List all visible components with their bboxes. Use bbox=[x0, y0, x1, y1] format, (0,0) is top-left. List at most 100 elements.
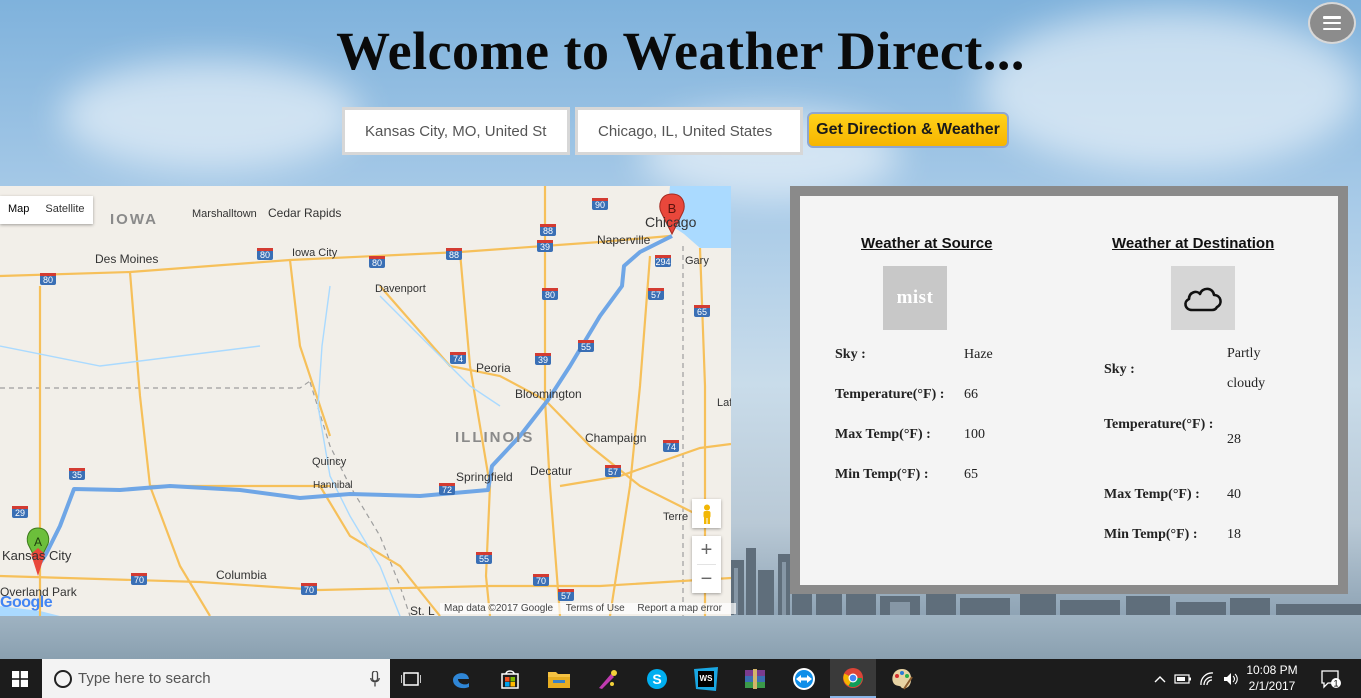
mist-icon: mist bbox=[883, 266, 947, 330]
highway-shield: 55 bbox=[578, 340, 594, 352]
svg-text:294: 294 bbox=[655, 257, 670, 267]
destination-sky-label: Sky : bbox=[1104, 362, 1135, 377]
report-map-error-link[interactable]: Report a map error bbox=[637, 603, 721, 614]
svg-text:39: 39 bbox=[540, 242, 550, 252]
highway-shield: 294 bbox=[655, 255, 671, 267]
task-view-icon[interactable] bbox=[388, 659, 434, 698]
webstorm-icon[interactable]: WS bbox=[683, 659, 729, 698]
highway-shield: 29 bbox=[12, 506, 28, 518]
edge-icon[interactable] bbox=[438, 659, 484, 698]
chrome-icon[interactable] bbox=[830, 659, 876, 698]
map-canvas: A B 8080808890883929480 576574 39557435725… bbox=[0, 186, 731, 616]
destination-max-value: 40 bbox=[1227, 487, 1241, 502]
taskbar-clock[interactable]: 10:08 PM 2/1/2017 bbox=[1242, 662, 1302, 694]
destination-temp-label: Temperature(°F) : bbox=[1104, 417, 1214, 432]
source-min-label: Min Temp(°F) : bbox=[835, 467, 929, 482]
winrar-icon[interactable] bbox=[732, 659, 778, 698]
cortana-icon bbox=[54, 669, 72, 688]
street-view-pegman[interactable] bbox=[692, 499, 721, 528]
volume-icon[interactable] bbox=[1220, 659, 1242, 698]
svg-text:35: 35 bbox=[72, 470, 82, 480]
svg-text:88: 88 bbox=[449, 250, 459, 260]
svg-text:57: 57 bbox=[608, 467, 618, 477]
svg-text:57: 57 bbox=[561, 591, 571, 601]
map-attribution: Map data ©2017 Google Terms of Use Repor… bbox=[440, 603, 736, 614]
svg-text:80: 80 bbox=[260, 250, 270, 260]
marker-a-label: A bbox=[34, 535, 42, 549]
map-place-label: Laf bbox=[717, 397, 731, 409]
route-map[interactable]: A B 80 80 80 88 90 88 39 294 80 57 65 74 39 55 74 35 72 5… bbox=[0, 186, 731, 616]
show-hidden-icons-chevron-up-icon[interactable] bbox=[1150, 659, 1170, 698]
highway-shield: 65 bbox=[694, 305, 710, 317]
highway-shield: 57 bbox=[648, 288, 664, 300]
svg-text:70: 70 bbox=[304, 585, 314, 595]
windows-icon bbox=[12, 670, 28, 687]
wifi-icon[interactable] bbox=[1196, 659, 1218, 698]
map-place-label: Cedar Rapids bbox=[268, 206, 341, 220]
map-place-label: Chicago bbox=[645, 214, 697, 230]
water-background bbox=[0, 615, 1361, 659]
battery-icon[interactable] bbox=[1172, 659, 1194, 698]
windows-taskbar: Type here to search S WS 10:08 PM 2/1/20… bbox=[0, 659, 1361, 698]
map-place-label: Kansas City bbox=[2, 548, 72, 563]
map-place-label: St. L bbox=[410, 604, 435, 616]
mist-icon-text: mist bbox=[896, 287, 934, 308]
svg-text:70: 70 bbox=[536, 576, 546, 586]
paint-icon[interactable] bbox=[585, 659, 631, 698]
map-place-label: Marshalltown bbox=[192, 208, 257, 220]
svg-text:80: 80 bbox=[43, 275, 53, 285]
taskbar-search-placeholder: Type here to search bbox=[78, 670, 211, 687]
source-temp-value: 66 bbox=[964, 387, 978, 402]
svg-text:74: 74 bbox=[453, 354, 463, 364]
map-place-label: Springfield bbox=[456, 470, 513, 484]
paint-palette-icon[interactable] bbox=[879, 659, 925, 698]
highway-shield: 55 bbox=[476, 552, 492, 564]
terms-of-use-link[interactable]: Terms of Use bbox=[566, 603, 625, 614]
file-explorer-icon[interactable] bbox=[536, 659, 582, 698]
map-place-label: Iowa City bbox=[292, 247, 338, 259]
svg-text:S: S bbox=[652, 671, 661, 687]
clock-time: 10:08 PM bbox=[1246, 663, 1298, 677]
weather-panel: Weather at Source mist Sky : Haze Temper… bbox=[800, 196, 1338, 585]
taskbar-search-box[interactable]: Type here to search bbox=[42, 659, 390, 698]
microphone-icon[interactable] bbox=[360, 670, 390, 687]
destination-temp-value: 28 bbox=[1227, 432, 1241, 447]
source-temp-label: Temperature(°F) : bbox=[835, 387, 945, 402]
zoom-out-button[interactable]: − bbox=[692, 565, 721, 593]
source-weather-heading: Weather at Source bbox=[861, 235, 993, 252]
highway-shield: 39 bbox=[537, 240, 553, 252]
map-type-map[interactable]: Map bbox=[0, 196, 37, 224]
destination-min-value: 18 bbox=[1227, 527, 1241, 542]
highway-shield: 80 bbox=[542, 288, 558, 300]
source-input[interactable] bbox=[342, 107, 570, 155]
map-place-label: Naperville bbox=[597, 233, 651, 247]
source-max-value: 100 bbox=[964, 427, 985, 442]
svg-text:29: 29 bbox=[15, 508, 25, 518]
map-data-credit: Map data ©2017 Google bbox=[444, 603, 554, 614]
highway-shield: 80 bbox=[40, 273, 56, 285]
destination-weather-heading: Weather at Destination bbox=[1112, 235, 1275, 252]
destination-sky-value: Partly cloudy bbox=[1227, 346, 1266, 391]
svg-text:90: 90 bbox=[595, 200, 605, 210]
highway-shield: 70 bbox=[301, 583, 317, 595]
highway-shield: 39 bbox=[535, 353, 551, 365]
cloud-icon-glyph bbox=[1184, 287, 1222, 312]
svg-text:55: 55 bbox=[581, 342, 591, 352]
get-direction-weather-button[interactable]: Get Direction & Weather bbox=[807, 112, 1009, 148]
svg-text:80: 80 bbox=[545, 290, 555, 300]
svg-text:WS: WS bbox=[700, 674, 714, 683]
destination-input[interactable] bbox=[575, 107, 803, 155]
teamviewer-icon[interactable] bbox=[781, 659, 827, 698]
map-type-satellite[interactable]: Satellite bbox=[37, 196, 92, 224]
action-center-icon[interactable]: 1 bbox=[1316, 659, 1346, 698]
map-place-label: Columbia bbox=[216, 568, 267, 582]
destination-min-label: Min Temp(°F) : bbox=[1104, 527, 1198, 542]
zoom-control[interactable]: + − bbox=[692, 536, 721, 593]
zoom-in-button[interactable]: + bbox=[692, 536, 721, 564]
map-type-control[interactable]: Map Satellite bbox=[0, 196, 93, 224]
svg-text:55: 55 bbox=[479, 554, 489, 564]
start-button[interactable] bbox=[0, 659, 40, 698]
store-icon[interactable] bbox=[487, 659, 533, 698]
map-place-label: Bloomington bbox=[515, 387, 582, 401]
skype-icon[interactable]: S bbox=[634, 659, 680, 698]
